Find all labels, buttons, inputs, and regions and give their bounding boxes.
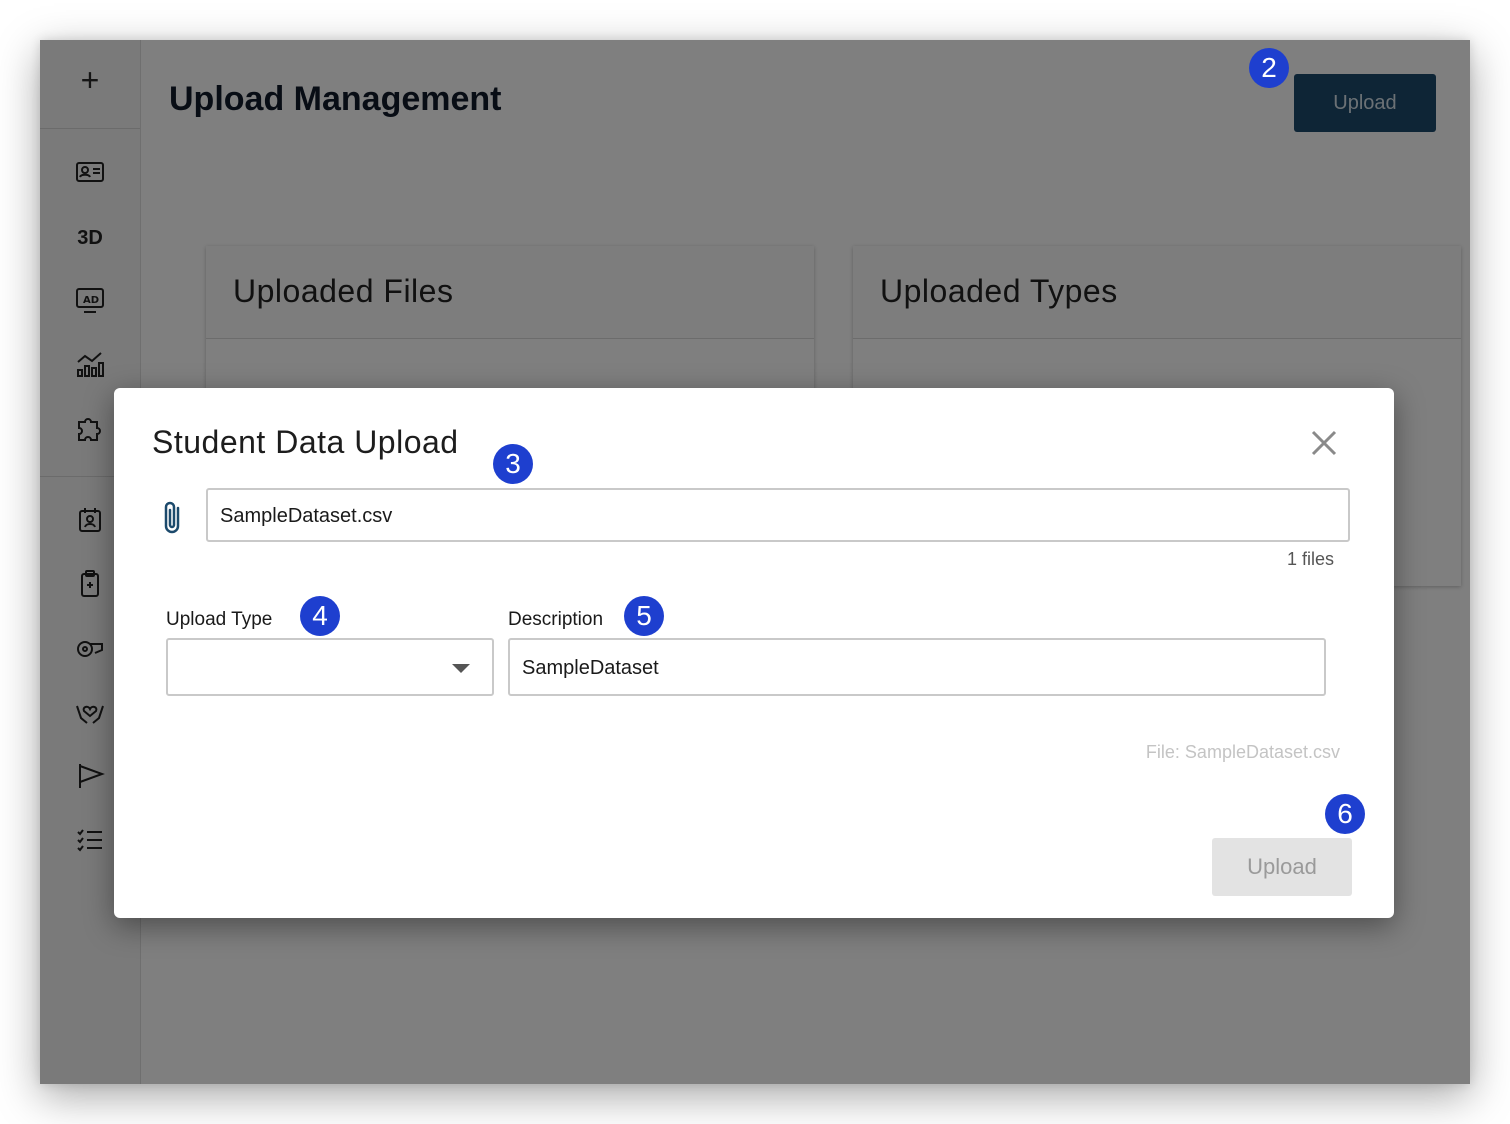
step-badge-4: 4 [300,596,340,636]
step-badge-6: 6 [1325,794,1365,834]
upload-type-select[interactable] [166,638,494,696]
dialog-upload-button[interactable]: Upload [1212,838,1352,896]
files-count: 1 files [1286,549,1334,569]
file-note: File: SampleDataset.csv [1145,742,1340,762]
description-value: SampleDataset [522,657,659,679]
caret-down-icon [452,664,470,673]
upload-type-label: Upload Type [166,609,273,630]
dialog-title: Student Data Upload [152,424,459,460]
close-icon[interactable] [1307,426,1341,460]
description-label: Description [508,609,604,630]
file-input-value: SampleDataset.csv [220,505,393,527]
paperclip-icon[interactable] [158,498,188,538]
student-data-upload-dialog: Student Data Upload SampleDataset.csv 1 … [114,388,1394,918]
step-badge-3: 3 [493,444,533,484]
file-input[interactable]: SampleDataset.csv [206,488,1350,542]
step-badge-5: 5 [624,596,664,636]
description-input[interactable]: SampleDataset [508,638,1326,696]
step-badge-2: 2 [1249,48,1289,88]
